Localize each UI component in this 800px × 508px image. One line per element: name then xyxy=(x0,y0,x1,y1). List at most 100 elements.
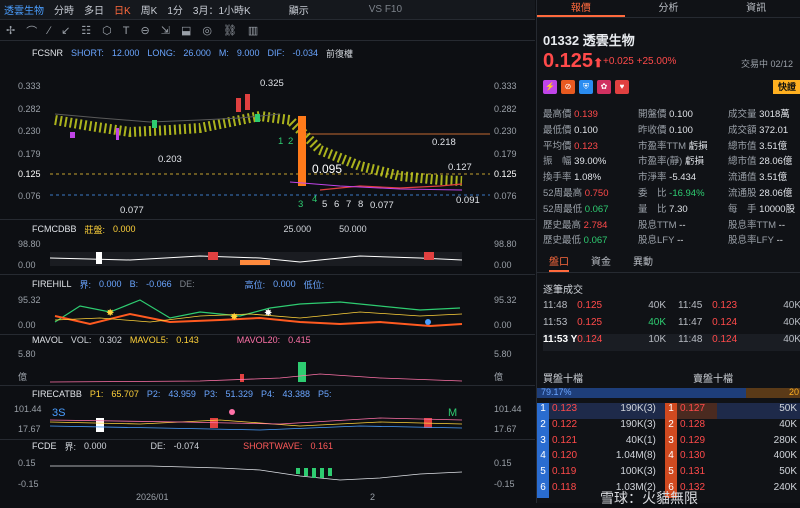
period-multiday[interactable]: 多日 xyxy=(84,2,104,17)
signal-tag: M xyxy=(448,407,457,419)
export-icon[interactable]: ⇲ xyxy=(161,24,170,37)
orderbook-row[interactable]: 2 0.122 190K( 3) 2 0.128 40K xyxy=(537,418,800,435)
axis-tick: 0.00 xyxy=(18,260,36,270)
annotation: 0.095 xyxy=(312,162,342,176)
fcde-de-value: -0.074 xyxy=(173,441,200,451)
quick-trade-button[interactable]: 快證 xyxy=(773,80,800,94)
watermark: 雪球：火貓無限 xyxy=(600,490,698,506)
grid-tool-icon[interactable]: ☷ xyxy=(81,24,91,37)
indicator-name[interactable]: MAVOL xyxy=(32,335,63,345)
annotation: 0.203 xyxy=(158,154,182,165)
indicator-name[interactable]: FIREHILL xyxy=(32,279,72,289)
fcde-chart: 0.15 -0.15 0.15 -0.15 xyxy=(18,458,515,489)
heart-icon[interactable]: ♥ xyxy=(615,80,629,94)
vol-label: VOL: xyxy=(70,335,92,345)
short-label: SHORT: xyxy=(71,48,104,58)
annotation: 0.325 xyxy=(260,78,284,89)
axis-tick: -0.15 xyxy=(494,479,515,489)
firehill-chart: 95.32 0.00 95.32 0.00 ✸ ✸ ✸ xyxy=(18,295,517,330)
vs-f10-button[interactable]: VS F10 xyxy=(369,4,402,15)
shortwave-label: SHORTWAVE: xyxy=(243,441,303,451)
quote-row: 歷史最低 0.067 股息LFY -- 股息率LFY -- xyxy=(543,235,783,247)
stock-name: 透雲生物 xyxy=(582,33,635,48)
axis-tick: 0.00 xyxy=(18,320,36,330)
text-tool-icon[interactable]: T xyxy=(123,25,130,37)
volume-chart: 5.80 億 5.80 億 xyxy=(18,349,512,383)
p5-label: P5: xyxy=(318,389,332,399)
axis-tick: 0.076 xyxy=(494,191,517,201)
panel-icon[interactable]: ▥ xyxy=(248,24,258,37)
annotation: 3 xyxy=(298,199,303,210)
period-weekly[interactable]: 周K xyxy=(141,2,158,17)
orderbook-row[interactable]: 5 0.119 100K( 3) 5 0.131 50K xyxy=(537,466,800,482)
last-price: 0.125⬆ xyxy=(543,50,603,73)
m-value: 9.000 xyxy=(236,48,260,58)
tab-orderbook[interactable]: 盤口 xyxy=(549,253,569,272)
candlestick-chart[interactable]: 0.333 0.282 0.230 0.179 0.125 0.076 0.33… xyxy=(0,62,535,214)
stock-selector[interactable]: 透雲生物 xyxy=(4,2,44,17)
stock-code: 01332 xyxy=(543,33,580,48)
p3-de-label: DE: xyxy=(179,279,195,289)
shape-tool-icon[interactable]: ⬡ xyxy=(102,24,112,37)
trading-status: 交易中 02/12 xyxy=(741,59,794,69)
tab-movement[interactable]: 異動 xyxy=(633,253,653,272)
quote-tabs: 報價 分析 資訊 xyxy=(537,0,800,18)
mavol20-value: 0.415 xyxy=(288,335,311,345)
flash-icon[interactable]: ⚡ xyxy=(543,80,557,94)
tab-quote[interactable]: 報價 xyxy=(537,0,625,17)
axis-tick: 0.15 xyxy=(494,458,512,468)
indicator-name[interactable]: FIRECATBB xyxy=(32,389,82,399)
annotation: 6 xyxy=(334,199,339,210)
tab-news[interactable]: 資訊 xyxy=(712,0,800,17)
p4-label: P4: xyxy=(260,389,275,399)
axis-tick: 5.80 xyxy=(18,349,36,359)
fcde-j-value: 0.000 xyxy=(84,441,107,451)
fcde-j-label: 界: xyxy=(64,441,77,452)
axis-tick: 0.00 xyxy=(494,320,512,330)
p3-hi-value: 0.000 xyxy=(273,279,296,289)
tab-analysis[interactable]: 分析 xyxy=(625,0,713,17)
period-intraday[interactable]: 分時 xyxy=(54,2,74,17)
indicator-name[interactable]: FCMCDBB xyxy=(32,224,77,234)
curve-tool-icon[interactable]: ⌒ xyxy=(26,23,37,39)
range-selector[interactable]: 3月：1小時K xyxy=(193,2,251,17)
quote-panel: 報價 分析 資訊 01332 透雲生物 0.125⬆ +0.025 +25.00… xyxy=(536,0,800,503)
annotation: 4 xyxy=(312,194,317,205)
axis-tick: 101.44 xyxy=(14,404,42,414)
p3-j-value: 0.000 xyxy=(99,279,122,289)
quote-row: 最高價 0.139 開盤價 0.100 成交量 3018萬 xyxy=(543,109,790,120)
arrow-tool-icon[interactable]: ↙ xyxy=(61,24,70,37)
link-icon[interactable]: ⛓ xyxy=(223,24,237,37)
tab-capital[interactable]: 資金 xyxy=(591,253,611,272)
p3-lo-label: 低位: xyxy=(303,279,325,290)
zoom-out-icon[interactable]: ⊖ xyxy=(141,24,150,37)
orderbook-row[interactable]: 1 0.123 190K( 3) 1 0.127 50K xyxy=(537,403,800,419)
orderbook-row[interactable]: 3 0.121 40K( 1) 3 0.129 280K xyxy=(537,434,800,451)
adjust-mode[interactable]: 前復權 xyxy=(326,47,353,60)
axis-tick: 17.67 xyxy=(18,424,41,434)
line-tool-icon[interactable]: ∕ xyxy=(48,25,50,37)
axis-tick: 0.282 xyxy=(494,104,517,114)
trade-row: 11:53 Y 0.124 10K 11:48 0.124 40K xyxy=(543,334,800,351)
display-menu[interactable]: 顯示 xyxy=(289,2,309,17)
period-daily[interactable]: 日K xyxy=(114,2,131,17)
layout-icon[interactable]: ⬓ xyxy=(181,24,191,37)
indicator-name[interactable]: FCSNR xyxy=(32,48,63,58)
ban-icon[interactable]: ⊘ xyxy=(561,80,575,94)
period-1min[interactable]: 1分 xyxy=(167,2,183,17)
annotation: 0.218 xyxy=(432,137,456,148)
p3-b-label: B: xyxy=(129,279,139,289)
svg-text:✸: ✸ xyxy=(264,308,272,319)
move-tool-icon[interactable]: ✢ xyxy=(6,24,15,37)
flower-icon[interactable]: ✿ xyxy=(597,80,611,94)
shield-icon[interactable]: ⛨ xyxy=(579,80,593,94)
annotation: 0.127 xyxy=(448,162,472,173)
annotation: 0.091 xyxy=(456,195,480,206)
eye-icon[interactable]: ◎ xyxy=(202,24,212,37)
annotation: 7 xyxy=(346,199,351,210)
indicator-name[interactable]: FCDE xyxy=(32,441,57,451)
orderbook-row[interactable]: 4 0.120 1.04M( 8) 4 0.130 400K xyxy=(537,450,800,467)
axis-tick: 0.179 xyxy=(18,149,41,159)
bid-title: 買盤十檔 xyxy=(543,374,583,385)
annotation: 0.077 xyxy=(120,205,144,214)
